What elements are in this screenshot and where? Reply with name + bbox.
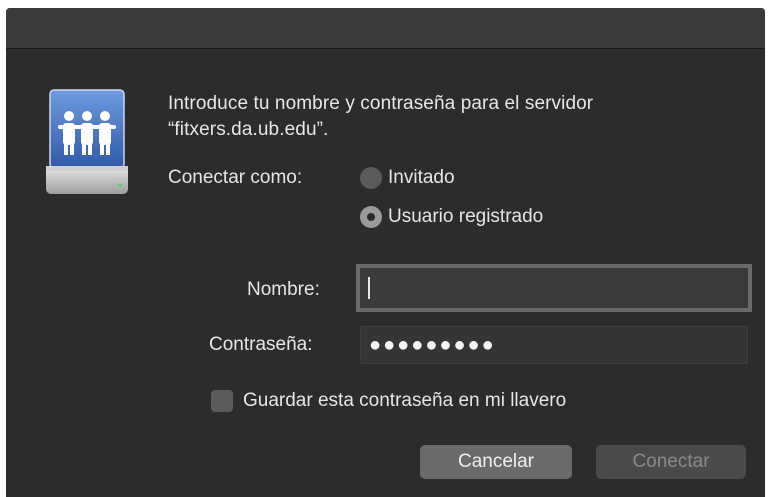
name-input[interactable]: [356, 264, 752, 312]
cancel-button[interactable]: Cancelar: [420, 445, 572, 479]
connect-button[interactable]: Conectar: [596, 445, 746, 479]
radio-guest[interactable]: Invitado: [360, 166, 455, 190]
password-input[interactable]: ●●●●●●●●●: [360, 326, 748, 364]
window-titlebar: [6, 8, 765, 49]
connect-as-label: Conectar como:: [168, 167, 303, 188]
remember-password-checkbox[interactable]: [211, 390, 233, 412]
connect-to-server-dialog: Introduce tu nombre y contraseña para el…: [6, 8, 765, 497]
radio-guest-label: Invitado: [388, 167, 455, 188]
text-caret: [368, 277, 370, 299]
radio-registered-user[interactable]: Usuario registrado: [360, 205, 543, 229]
dialog-prompt: Introduce tu nombre y contraseña para el…: [168, 93, 594, 140]
radio-registered-user-label: Usuario registrado: [388, 206, 544, 227]
shared-server-icon: [46, 89, 128, 194]
password-masked-value: ●●●●●●●●●: [369, 333, 496, 356]
password-label: Contraseña:: [209, 334, 313, 355]
remember-password-label: Guardar esta contraseña en mi llavero: [243, 390, 567, 411]
radio-guest-indicator[interactable]: [360, 167, 382, 189]
name-label: Nombre:: [247, 279, 320, 300]
radio-registered-user-indicator[interactable]: [360, 206, 382, 228]
remember-password-row[interactable]: Guardar esta contraseña en mi llavero: [211, 390, 566, 412]
